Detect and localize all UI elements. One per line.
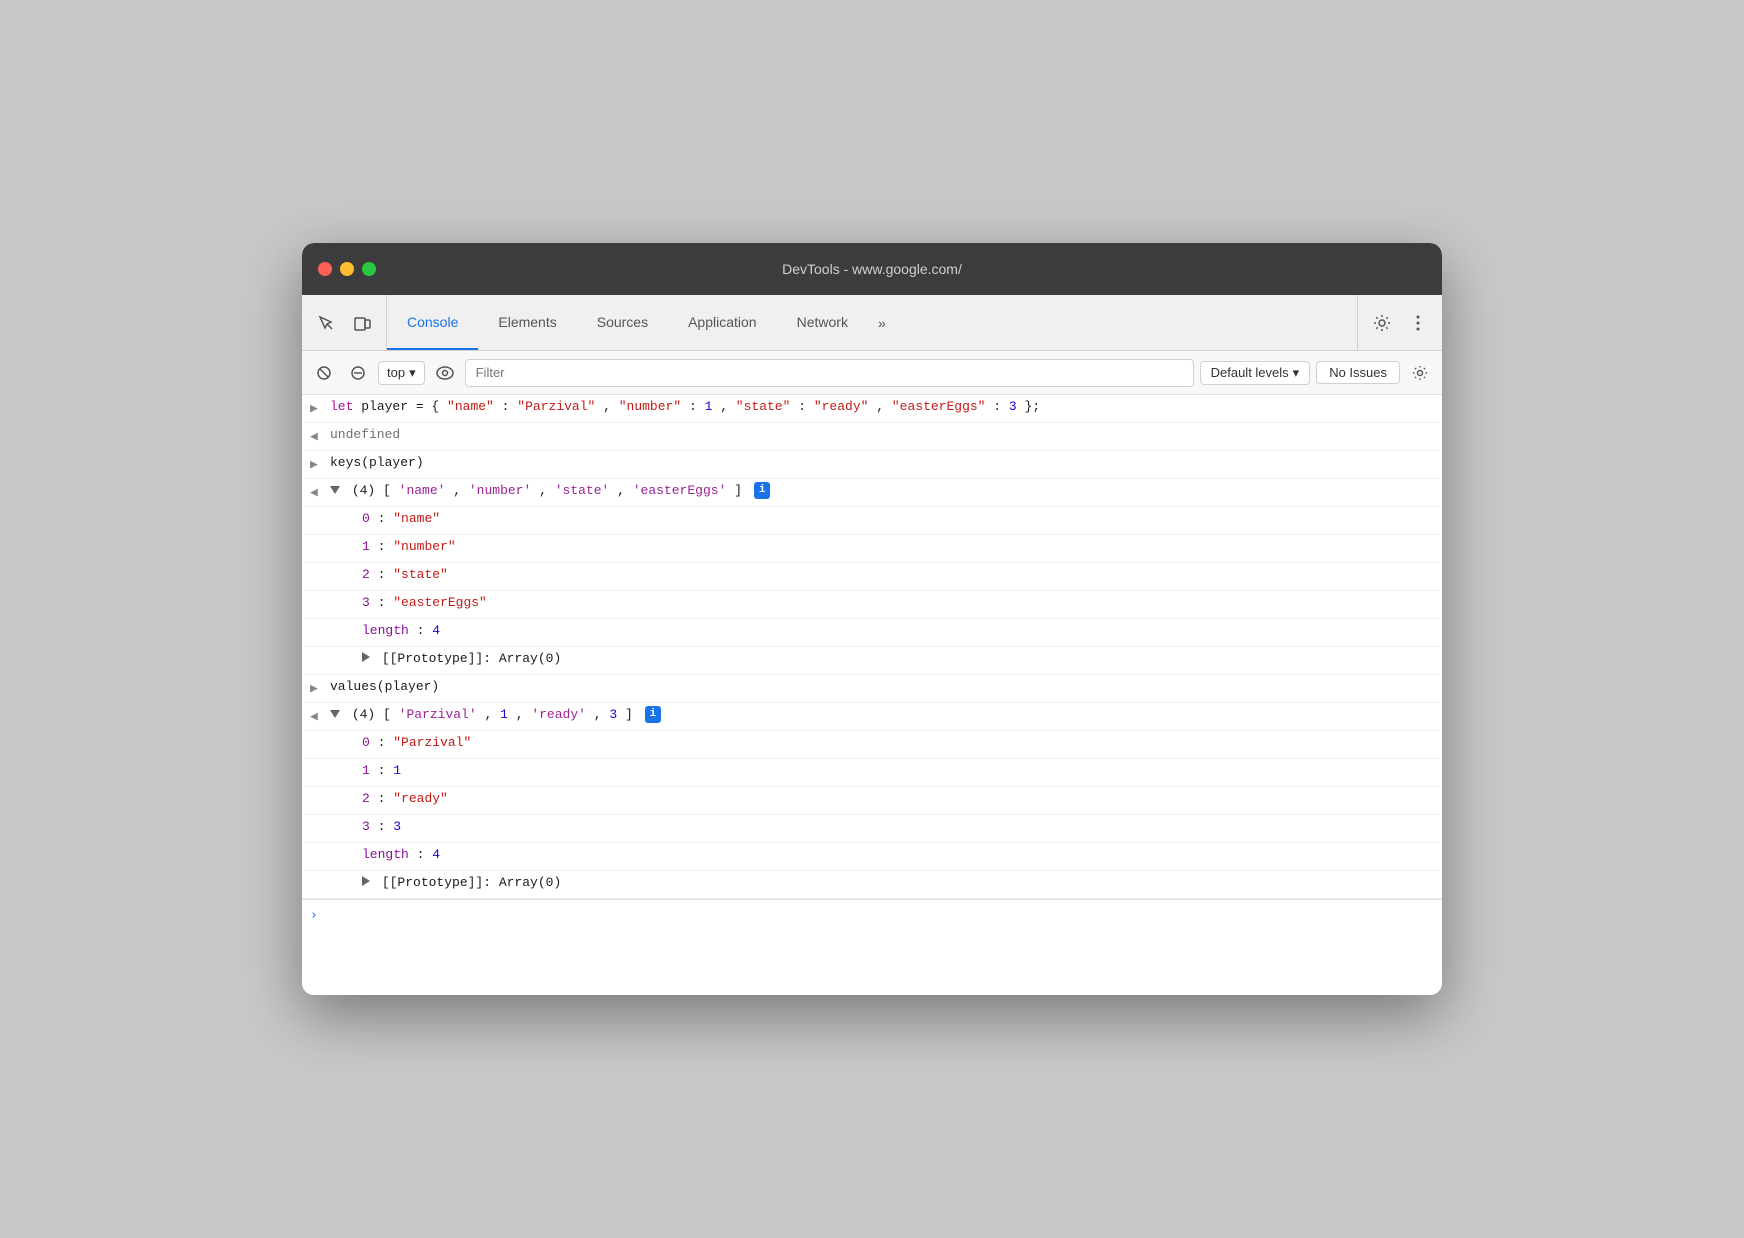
info-badge-6[interactable]: i (645, 706, 662, 724)
console-toolbar: top ▾ Default levels ▾ No Issues (302, 351, 1442, 395)
toolbar-icons (302, 295, 387, 350)
devtools-window: DevTools - www.google.com/ Console (302, 243, 1442, 995)
back-arrow-6: ◀ (310, 705, 326, 728)
minimize-button[interactable] (340, 262, 354, 276)
context-selector[interactable]: top ▾ (378, 361, 425, 385)
expand-proto-icon[interactable] (362, 652, 370, 662)
console-settings-button[interactable] (1406, 359, 1434, 387)
titlebar: DevTools - www.google.com/ (302, 243, 1442, 295)
tab-elements[interactable]: Elements (478, 295, 576, 350)
levels-dropdown-icon: ▾ (1293, 365, 1300, 381)
collapse-icon-6[interactable] (330, 710, 340, 718)
main-toolbar: Console Elements Sources Application Net… (302, 295, 1442, 351)
collapse-icon-4[interactable] (330, 486, 340, 494)
console-row-6-proto: [[Prototype]]: Array(0) (302, 871, 1442, 899)
inspect-element-button[interactable] (310, 307, 342, 339)
console-row-3: ▶ keys(player) (302, 451, 1442, 479)
info-badge-4[interactable]: i (754, 482, 771, 500)
console-row-4-1: 1 : "number" (302, 535, 1442, 563)
eye-button[interactable] (431, 359, 459, 387)
console-row-1: ▶ let player = { "name" : "Parzival" , "… (302, 395, 1442, 423)
filter-input[interactable] (465, 359, 1194, 387)
clear-console-button[interactable] (310, 359, 338, 387)
no-log-button[interactable] (344, 359, 372, 387)
console-input[interactable] (324, 909, 1434, 924)
settings-button[interactable] (1366, 307, 1398, 339)
console-row-6-length: length : 4 (302, 843, 1442, 871)
console-row-6-header: ◀ (4) [ 'Parzival' , 1 , 'ready' , 3 ] i (302, 703, 1442, 731)
console-row-6-0: 0 : "Parzival" (302, 731, 1442, 759)
console-row-4-header: ◀ (4) [ 'name' , 'number' , 'state' , 'e… (302, 479, 1442, 507)
maximize-button[interactable] (362, 262, 376, 276)
console-row-4-length: length : 4 (302, 619, 1442, 647)
more-options-button[interactable] (1402, 307, 1434, 339)
no-issues-button[interactable]: No Issues (1316, 361, 1400, 384)
expand-proto-icon-2[interactable] (362, 876, 370, 886)
console-row-4-3: 3 : "easterEggs" (302, 591, 1442, 619)
console-row-6-1: 1 : 1 (302, 759, 1442, 787)
tabs-container: Console Elements Sources Application Net… (387, 295, 1357, 350)
toolbar-actions (1357, 295, 1442, 350)
console-row-6-3: 3 : 3 (302, 815, 1442, 843)
console-prompt: › (310, 906, 318, 927)
console-input-row: › (302, 899, 1442, 933)
console-row-4-proto: [[Prototype]]: Array(0) (302, 647, 1442, 675)
traffic-lights (318, 262, 376, 276)
device-toggle-button[interactable] (346, 307, 378, 339)
expand-arrow-3[interactable]: ▶ (310, 453, 326, 476)
more-tabs-button[interactable]: » (868, 295, 896, 350)
tab-console[interactable]: Console (387, 295, 478, 350)
dropdown-arrow-icon: ▾ (409, 365, 416, 381)
tab-sources[interactable]: Sources (577, 295, 668, 350)
expand-arrow-5[interactable]: ▶ (310, 677, 326, 700)
titlebar-title: DevTools - www.google.com/ (782, 261, 962, 277)
tab-network[interactable]: Network (777, 295, 868, 350)
expand-arrow-1[interactable]: ▶ (310, 397, 326, 420)
default-levels-button[interactable]: Default levels ▾ (1200, 361, 1311, 385)
console-output: ▶ let player = { "name" : "Parzival" , "… (302, 395, 1442, 995)
console-row-4-2: 2 : "state" (302, 563, 1442, 591)
back-arrow-4: ◀ (310, 481, 326, 504)
back-arrow-2: ◀ (310, 425, 326, 448)
tab-application[interactable]: Application (668, 295, 777, 350)
close-button[interactable] (318, 262, 332, 276)
console-row-6-2: 2 : "ready" (302, 787, 1442, 815)
console-row-5: ▶ values(player) (302, 675, 1442, 703)
console-row-2: ◀ undefined (302, 423, 1442, 451)
console-row-4-0: 0 : "name" (302, 507, 1442, 535)
